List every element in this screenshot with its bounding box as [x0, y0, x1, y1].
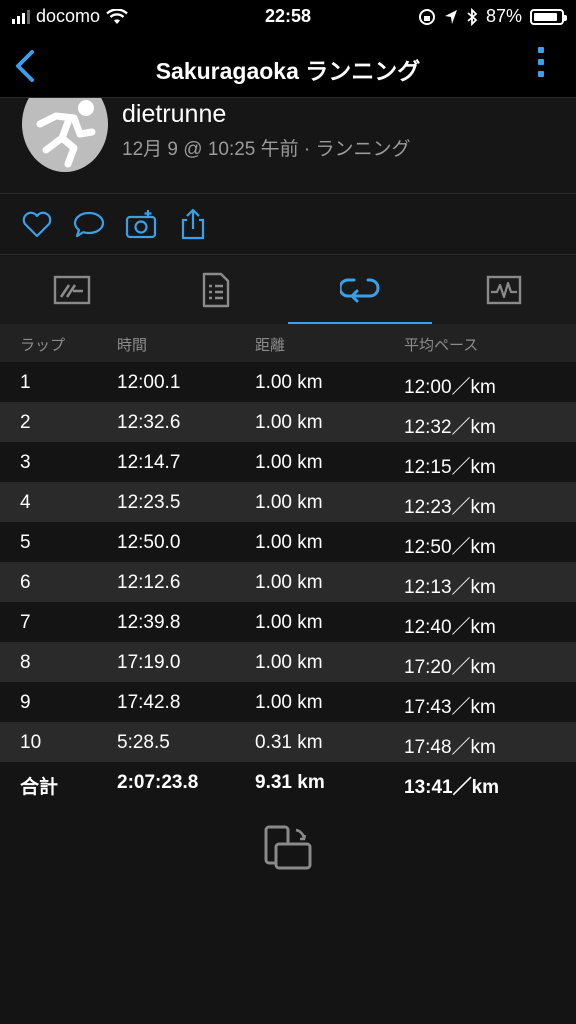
lap-pace: 17:20／km	[404, 657, 496, 678]
lap-pace: 12:15／km	[404, 457, 496, 478]
table-row[interactable]: 5 12:50.0 1.00 km 12:50／km	[0, 522, 576, 562]
lap-pace: 17:43／km	[404, 697, 496, 718]
lap-time: 12:39.8	[117, 612, 181, 633]
tab-stats[interactable]	[0, 256, 144, 324]
table-row[interactable]: 7 12:39.8 1.00 km 12:40／km	[0, 602, 576, 642]
table-row[interactable]: 9 17:42.8 1.00 km 17:43／km	[0, 682, 576, 722]
header-avg-pace: 平均ペース	[404, 337, 479, 354]
lap-distance: 1.00 km	[255, 612, 323, 633]
tab-bar	[0, 256, 576, 324]
lap-number: 5	[20, 532, 31, 553]
total-distance: 9.31 km	[255, 772, 325, 793]
lap-time: 5:28.5	[117, 732, 170, 753]
table-header: ラップ 時間 距離 平均ペース	[0, 324, 576, 362]
lap-pace: 12:40／km	[404, 617, 496, 638]
lap-distance: 1.00 km	[255, 492, 323, 513]
header-time: 時間	[117, 337, 148, 354]
lap-time: 12:50.0	[117, 532, 181, 553]
lap-pace: 12:13／km	[404, 577, 496, 598]
comment-bubble-icon[interactable]	[72, 207, 106, 241]
status-bar: docomo 22:58 87%	[0, 0, 576, 34]
lap-number: 8	[20, 652, 31, 673]
table-row[interactable]: 8 17:19.0 1.00 km 17:20／km	[0, 642, 576, 682]
action-bar	[0, 195, 576, 255]
lap-time: 12:23.5	[117, 492, 181, 513]
lap-time: 17:42.8	[117, 692, 181, 713]
location-icon	[444, 9, 457, 24]
tab-details[interactable]	[144, 256, 288, 324]
table-total-row: 合計 2:07:23.8 9.31 km 13:41／km	[0, 762, 576, 802]
user-name[interactable]: dietrunne	[122, 100, 226, 129]
bluetooth-icon	[467, 7, 478, 26]
lap-number: 3	[20, 452, 31, 473]
page-title: Sakuragaoka ランニング	[155, 58, 421, 84]
header-distance: 距離	[255, 337, 286, 354]
lap-distance: 1.00 km	[255, 572, 323, 593]
rotate-device-icon[interactable]	[262, 824, 314, 872]
lap-time: 12:32.6	[117, 412, 181, 433]
laps-tab-icon	[340, 278, 380, 303]
lap-pace: 12:50／km	[404, 537, 496, 558]
header-lap: ラップ	[20, 337, 66, 354]
battery-percent: 87%	[485, 6, 522, 26]
add-photo-icon[interactable]	[124, 207, 158, 241]
table-row[interactable]: 10 5:28.5 0.31 km 17:48／km	[0, 722, 576, 762]
battery-icon	[530, 8, 567, 25]
lap-time: 12:12.6	[117, 572, 181, 593]
lap-number: 4	[20, 492, 31, 513]
tab-laps[interactable]	[288, 256, 432, 324]
orientation-lock-icon	[418, 8, 435, 25]
lap-distance: 0.31 km	[255, 732, 323, 753]
lap-number: 2	[20, 412, 31, 433]
chart-tab-icon	[486, 275, 522, 305]
stats-tab-icon	[53, 275, 91, 305]
table-row[interactable]: 6 12:12.6 1.00 km 12:13／km	[0, 562, 576, 602]
lap-number: 9	[20, 692, 31, 713]
runner-icon	[36, 100, 96, 168]
lap-pace: 17:48／km	[404, 737, 496, 758]
share-icon[interactable]	[176, 207, 210, 241]
tab-chart[interactable]	[432, 256, 576, 324]
activity-meta: 12月 9 @ 10:25 午前 · ランニング	[122, 139, 411, 160]
lap-distance: 1.00 km	[255, 532, 323, 553]
table-row[interactable]: 1 12:00.1 1.00 km 12:00／km	[0, 362, 576, 402]
lap-time: 12:00.1	[117, 372, 181, 393]
lap-pace: 12:00／km	[404, 377, 496, 398]
lap-distance: 1.00 km	[255, 372, 323, 393]
lap-number: 6	[20, 572, 31, 593]
activity-header: dietrunne 12月 9 @ 10:25 午前 · ランニング	[0, 98, 576, 194]
lap-pace: 12:32／km	[404, 417, 496, 438]
details-tab-icon	[202, 272, 230, 308]
lap-distance: 1.00 km	[255, 652, 323, 673]
lap-time: 17:19.0	[117, 652, 181, 673]
avatar[interactable]	[22, 98, 108, 172]
lap-number: 10	[20, 732, 42, 753]
total-pace: 13:41／km	[404, 777, 500, 798]
like-heart-icon[interactable]	[20, 207, 54, 241]
lap-number: 1	[20, 372, 31, 393]
lap-distance: 1.00 km	[255, 412, 323, 433]
table-row[interactable]: 2 12:32.6 1.00 km 12:32／km	[0, 402, 576, 442]
total-time: 2:07:23.8	[117, 772, 199, 793]
status-right: 87%	[418, 6, 567, 27]
nav-bar: Sakuragaoka ランニング	[0, 34, 576, 98]
lap-distance: 1.00 km	[255, 692, 323, 713]
lap-pace: 12:23／km	[404, 497, 496, 518]
more-vertical-icon[interactable]	[538, 47, 546, 83]
lap-time: 12:14.7	[117, 452, 181, 473]
table-row[interactable]: 4 12:23.5 1.00 km 12:23／km	[0, 482, 576, 522]
lap-table: ラップ 時間 距離 平均ペース 1 12:00.1 1.00 km 12:00／…	[0, 324, 576, 802]
table-row[interactable]: 3 12:14.7 1.00 km 12:15／km	[0, 442, 576, 482]
total-label: 合計	[20, 777, 59, 798]
lap-distance: 1.00 km	[255, 452, 323, 473]
lap-number: 7	[20, 612, 31, 633]
